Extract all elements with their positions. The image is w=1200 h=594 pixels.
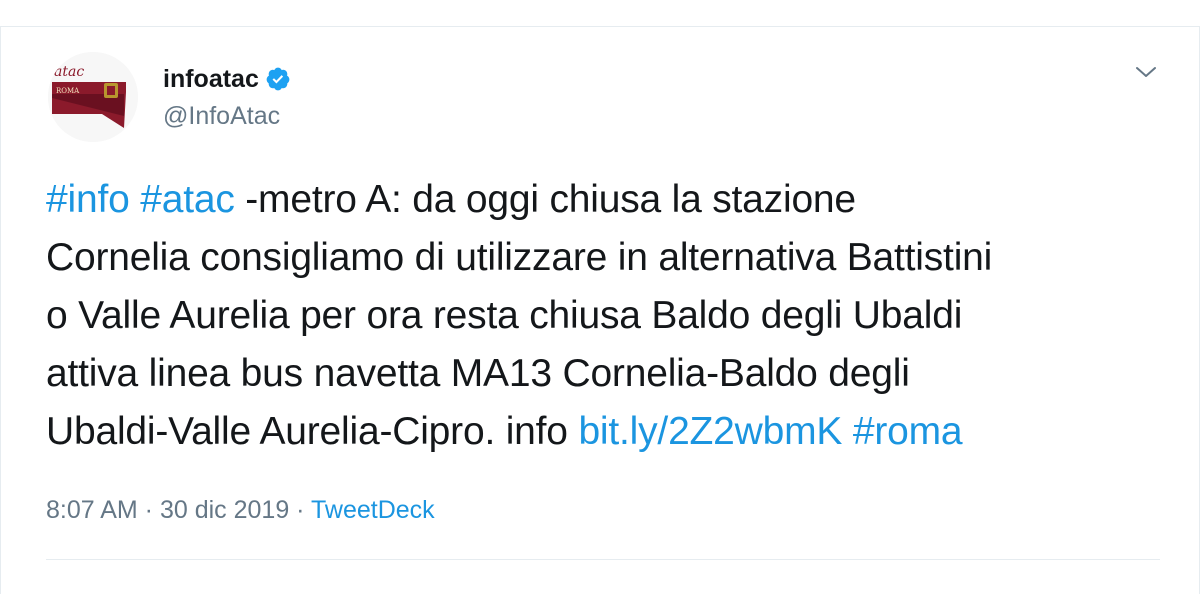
- meta-separator: ·: [289, 496, 311, 524]
- tweet-text-line: o Valle Aurelia per ora resta chiusa Bal…: [46, 287, 1166, 345]
- tweet-text-segment: [130, 178, 141, 221]
- tweet-time[interactable]: 8:07 AM: [46, 496, 138, 524]
- logo-sub-text: ROMA: [56, 87, 80, 95]
- tweet-meta: 8:07 AM · 30 dic 2019 · TweetDeck: [46, 493, 435, 527]
- hashtag-link[interactable]: #atac: [140, 178, 235, 221]
- name-row[interactable]: infoatac: [163, 62, 291, 96]
- chevron-down-icon[interactable]: [1134, 62, 1158, 82]
- hashtag-link[interactable]: #info: [46, 178, 130, 221]
- tweet-source-link[interactable]: TweetDeck: [311, 496, 435, 524]
- tweet-text-line: attiva linea bus navetta MA13 Cornelia-B…: [46, 345, 1166, 403]
- tweet-text-segment: Ubaldi-Valle Aurelia-Cipro. info: [46, 410, 579, 453]
- tweet-text-line: Cornelia consigliamo di utilizzare in al…: [46, 229, 1166, 287]
- verified-badge-icon: [265, 66, 291, 92]
- atac-roma-logo-icon: atac ROMA: [48, 52, 138, 142]
- avatar[interactable]: atac ROMA: [48, 52, 138, 142]
- display-name[interactable]: infoatac: [163, 62, 259, 96]
- tweet-card: atac ROMA infoatac @InfoAtac #info #atac…: [0, 0, 1200, 594]
- url-link[interactable]: bit.ly/2Z2wbmK: [578, 410, 842, 453]
- tweet-text: #info #atac -metro A: da oggi chiusa la …: [46, 171, 1166, 461]
- tweet-text-segment: Cornelia consigliamo di utilizzare in al…: [46, 236, 993, 279]
- tweet-date[interactable]: 30 dic 2019: [160, 496, 289, 524]
- tweet-text-segment: attiva linea bus navetta MA13 Cornelia-B…: [46, 352, 910, 395]
- logo-brand-text: atac: [54, 64, 84, 80]
- hashtag-link[interactable]: #roma: [853, 410, 963, 453]
- tweet-text-line: Ubaldi-Valle Aurelia-Cipro. info bit.ly/…: [46, 403, 1166, 461]
- tweet-text-segment: -metro A: da oggi chiusa la stazione: [234, 178, 856, 221]
- tweet-text-segment: o Valle Aurelia per ora resta chiusa Bal…: [46, 294, 963, 337]
- top-divider: [0, 26, 1200, 27]
- tweet-text-line: #info #atac -metro A: da oggi chiusa la …: [46, 171, 1166, 229]
- bottom-divider: [46, 559, 1160, 560]
- user-handle[interactable]: @InfoAtac: [163, 99, 280, 133]
- tweet-text-segment: [842, 410, 853, 453]
- meta-separator: ·: [137, 496, 160, 524]
- left-border: [0, 26, 1, 594]
